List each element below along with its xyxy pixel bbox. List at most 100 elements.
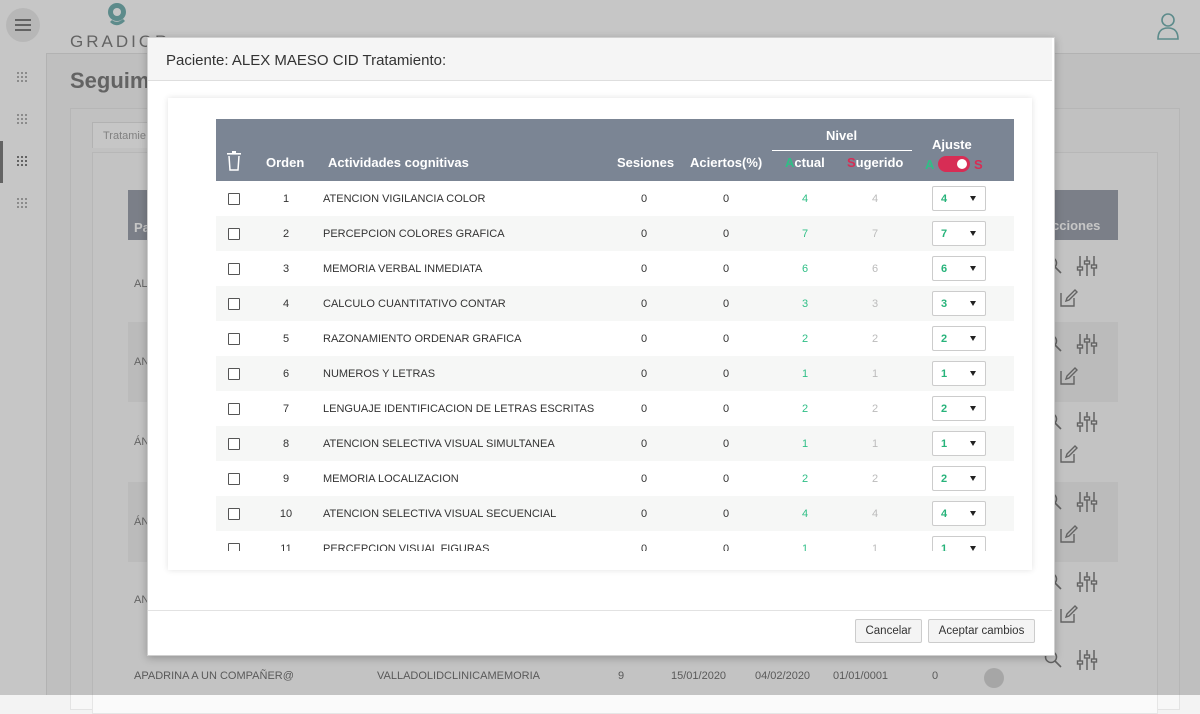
row-sesiones: 0 <box>640 298 648 310</box>
row-nivel-actual: 6 <box>801 263 809 275</box>
ajuste-select[interactable]: 3 <box>932 291 986 316</box>
ajuste-select[interactable]: 4 <box>932 186 986 211</box>
treatment-modal: Paciente: ALEX MAESO CID Tratamiento: Or… <box>147 37 1055 656</box>
row-aciertos: 0 <box>722 263 730 275</box>
row-aciertos: 0 <box>722 508 730 520</box>
row-nivel-actual: 2 <box>801 403 809 415</box>
row-aciertos: 0 <box>722 543 730 551</box>
ajuste-select[interactable]: 4 <box>932 501 986 526</box>
row-sesiones: 0 <box>640 193 648 205</box>
row-nivel-actual: 1 <box>801 438 809 450</box>
nivel-divider <box>772 150 912 151</box>
row-sesiones: 0 <box>640 543 648 551</box>
row-checkbox[interactable] <box>228 263 240 275</box>
row-checkbox[interactable] <box>228 543 240 551</box>
ajuste-select[interactable]: 7 <box>932 221 986 246</box>
ajuste-select[interactable]: 2 <box>932 466 986 491</box>
row-orden: 4 <box>282 298 290 310</box>
row-orden: 3 <box>282 263 290 275</box>
row-nivel-sugerido: 1 <box>871 368 879 380</box>
row-sesiones: 0 <box>640 263 648 275</box>
table-row: 4 CALCULO CUANTITATIVO CONTAR 0 0 3 3 3 <box>216 286 1014 321</box>
trash-icon[interactable] <box>226 151 242 171</box>
row-nivel-actual: 3 <box>801 298 809 310</box>
ajuste-select-value: 4 <box>941 193 948 205</box>
row-sesiones: 0 <box>640 333 648 345</box>
row-aciertos: 0 <box>722 473 730 485</box>
row-nivel-sugerido: 7 <box>871 228 879 240</box>
ajuste-select[interactable]: 6 <box>932 256 986 281</box>
ajuste-select-value: 3 <box>941 298 948 310</box>
header-nivel: Nivel <box>826 128 858 143</box>
chevron-down-icon <box>970 476 976 481</box>
row-orden: 5 <box>282 333 290 345</box>
row-checkbox[interactable] <box>228 368 240 380</box>
ajuste-select[interactable]: 1 <box>932 361 986 386</box>
cancel-button[interactable]: Cancelar <box>855 619 922 643</box>
chevron-down-icon <box>970 511 976 516</box>
row-nivel-actual: 7 <box>801 228 809 240</box>
ajuste-select-value: 7 <box>941 228 948 240</box>
toggle-label-a: A <box>925 157 935 172</box>
modal-footer-divider <box>148 610 1052 611</box>
row-nivel-sugerido: 1 <box>871 438 879 450</box>
chevron-down-icon <box>970 231 976 236</box>
row-actividad: ATENCION VIGILANCIA COLOR <box>323 193 486 205</box>
row-nivel-sugerido: 1 <box>871 543 879 551</box>
row-checkbox[interactable] <box>228 193 240 205</box>
toggle-label-s: S <box>974 157 983 172</box>
chevron-down-icon <box>970 406 976 411</box>
row-sesiones: 0 <box>640 368 648 380</box>
chevron-down-icon <box>970 196 976 201</box>
row-actividad: PERCEPCION COLORES GRAFICA <box>323 228 505 240</box>
ajuste-select[interactable]: 1 <box>932 431 986 456</box>
header-actividades: Actividades cognitivas <box>328 155 469 170</box>
row-checkbox[interactable] <box>228 298 240 310</box>
row-nivel-actual: 1 <box>801 368 809 380</box>
row-actividad: MEMORIA LOCALIZACION <box>323 473 459 485</box>
row-orden: 10 <box>279 508 293 520</box>
row-actividad: CALCULO CUANTITATIVO CONTAR <box>323 298 506 310</box>
ajuste-select[interactable]: 2 <box>932 396 986 421</box>
row-nivel-actual: 4 <box>801 193 809 205</box>
row-checkbox[interactable] <box>228 333 240 345</box>
header-ajuste: Ajuste <box>932 137 972 152</box>
table-row: 7 LENGUAJE IDENTIFICACION DE LETRAS ESCRI… <box>216 391 1014 426</box>
accept-changes-button[interactable]: Aceptar cambios <box>928 619 1035 643</box>
row-orden: 9 <box>282 473 290 485</box>
row-checkbox[interactable] <box>228 403 240 415</box>
chevron-down-icon <box>970 371 976 376</box>
row-nivel-actual: 1 <box>801 543 809 551</box>
row-sesiones: 0 <box>640 438 648 450</box>
modal-header: Paciente: ALEX MAESO CID Tratamiento: <box>148 38 1052 81</box>
modal-title: Paciente: ALEX MAESO CID Tratamiento: <box>166 52 447 69</box>
header-sugerido: Sugerido <box>847 155 904 170</box>
header-orden: Orden <box>266 155 305 170</box>
ajuste-select[interactable]: 1 <box>932 536 986 551</box>
row-nivel-sugerido: 2 <box>871 473 879 485</box>
row-nivel-sugerido: 4 <box>871 193 879 205</box>
row-actividad: RAZONAMIENTO ORDENAR GRAFICA <box>323 333 522 345</box>
row-aciertos: 0 <box>722 228 730 240</box>
row-actividad: ATENCION SELECTIVA VISUAL SECUENCIAL <box>323 508 557 520</box>
ajuste-select-value: 2 <box>941 473 948 485</box>
table-row: 2 PERCEPCION COLORES GRAFICA 0 0 7 7 7 <box>216 216 1014 251</box>
row-sesiones: 0 <box>640 508 648 520</box>
chevron-down-icon <box>970 441 976 446</box>
row-sesiones: 0 <box>640 403 648 415</box>
ajuste-select[interactable]: 2 <box>932 326 986 351</box>
row-checkbox[interactable] <box>228 473 240 485</box>
ajuste-select-value: 1 <box>941 368 948 380</box>
table-row: 1 ATENCION VIGILANCIA COLOR 0 0 4 4 4 <box>216 181 1014 216</box>
ajuste-select-value: 6 <box>941 263 948 275</box>
row-actividad: ATENCION SELECTIVA VISUAL SIMULTANEA <box>323 438 555 450</box>
ajuste-toggle[interactable] <box>938 156 970 172</box>
ajuste-select-value: 1 <box>941 438 948 450</box>
row-checkbox[interactable] <box>228 228 240 240</box>
row-nivel-sugerido: 4 <box>871 508 879 520</box>
row-checkbox[interactable] <box>228 438 240 450</box>
row-aciertos: 0 <box>722 368 730 380</box>
row-orden: 7 <box>282 403 290 415</box>
activities-table: Orden Actividades cognitivas Sesiones Ac… <box>216 119 1014 551</box>
row-checkbox[interactable] <box>228 508 240 520</box>
